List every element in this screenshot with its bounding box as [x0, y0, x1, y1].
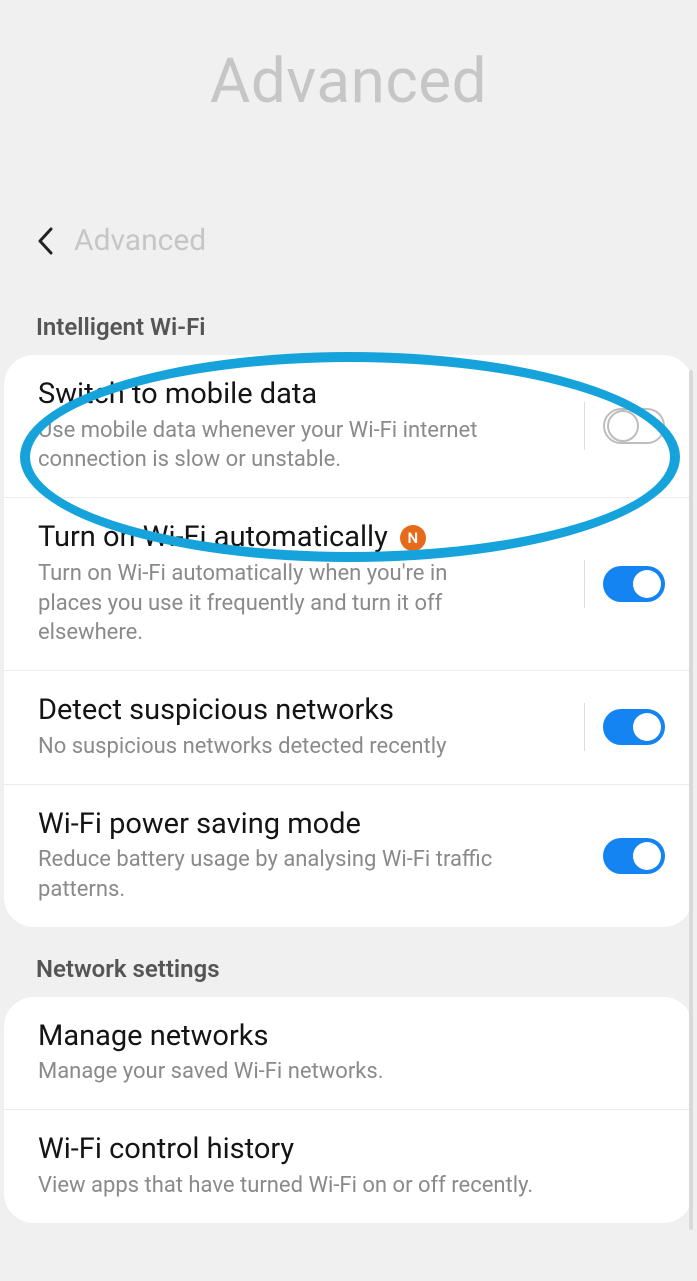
card-network-settings: Manage networks Manage your saved Wi-Fi … — [4, 997, 693, 1223]
row-desc: Use mobile data whenever your Wi-Fi inte… — [38, 416, 508, 475]
row-desc: Reduce battery usage by analysing Wi-Fi … — [38, 845, 508, 904]
row-auto-wifi[interactable]: Turn on Wi-Fi automatically N Turn on Wi… — [4, 497, 693, 670]
row-title: Switch to mobile data — [38, 377, 317, 412]
divider — [584, 703, 585, 751]
collapsed-header-title: Advanced — [74, 223, 206, 258]
row-desc: No suspicious networks detected recently — [38, 732, 508, 762]
toggle-switch-to-mobile-data[interactable] — [603, 408, 665, 444]
divider — [584, 402, 585, 450]
section-label-network-settings: Network settings — [0, 955, 697, 983]
row-manage-networks[interactable]: Manage networks Manage your saved Wi-Fi … — [4, 997, 693, 1109]
section-label-intelligent-wifi: Intelligent Wi-Fi — [0, 313, 697, 341]
row-title: Wi-Fi power saving mode — [38, 807, 361, 842]
toggle-detect-suspicious[interactable] — [603, 709, 665, 745]
row-power-saving[interactable]: Wi-Fi power saving mode Reduce battery u… — [4, 784, 693, 927]
row-desc: Manage your saved Wi-Fi networks. — [38, 1057, 598, 1087]
row-title: Turn on Wi-Fi automatically — [38, 520, 388, 555]
new-badge-icon: N — [400, 525, 426, 551]
row-title: Detect suspicious networks — [38, 693, 394, 728]
toggle-auto-wifi[interactable] — [603, 566, 665, 602]
row-desc: Turn on Wi-Fi automatically when you're … — [38, 559, 508, 648]
expanded-header-title: Advanced — [210, 45, 487, 118]
expanded-header: Advanced — [0, 0, 697, 118]
collapsed-header: Advanced — [0, 223, 697, 258]
row-title: Manage networks — [38, 1019, 268, 1054]
scrollbar[interactable] — [689, 370, 693, 1230]
row-title: Wi-Fi control history — [38, 1132, 294, 1167]
row-detect-suspicious[interactable]: Detect suspicious networks No suspicious… — [4, 670, 693, 783]
divider — [584, 560, 585, 608]
toggle-power-saving[interactable] — [603, 838, 665, 874]
row-desc: View apps that have turned Wi-Fi on or o… — [38, 1171, 598, 1201]
row-switch-to-mobile-data[interactable]: Switch to mobile data Use mobile data wh… — [4, 355, 693, 497]
card-intelligent-wifi: Switch to mobile data Use mobile data wh… — [4, 355, 693, 927]
back-icon[interactable] — [36, 226, 56, 256]
row-wifi-control-history[interactable]: Wi-Fi control history View apps that hav… — [4, 1109, 693, 1222]
